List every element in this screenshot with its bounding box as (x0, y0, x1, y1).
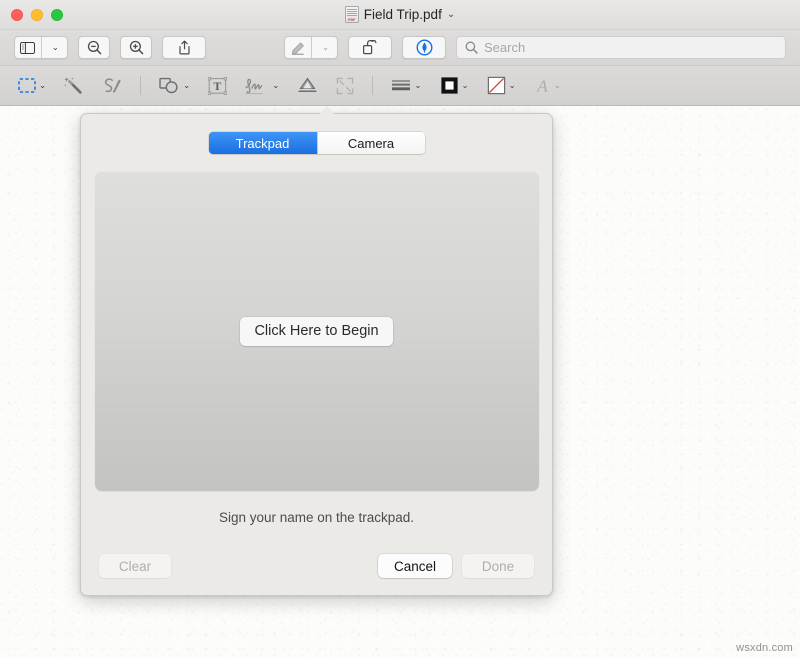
text-box-icon: T (208, 77, 227, 95)
selection-chevron-down-icon[interactable]: ⌄ (39, 81, 46, 90)
clear-button-label: Clear (119, 559, 151, 574)
markup-toolbar-icon (416, 39, 433, 56)
watermark: wsxdn.com (736, 642, 793, 654)
markup-item-text[interactable]: T (199, 75, 236, 97)
document-canvas[interactable]: Trackpad Camera Click Here to Begin Sign… (0, 106, 800, 658)
markup-item-border-color[interactable]: ⌄ (431, 74, 478, 97)
search-icon (465, 41, 478, 54)
click-here-to-begin-button[interactable]: Click Here to Begin (240, 317, 392, 346)
dashed-rectangle-icon (18, 78, 36, 93)
close-window-button[interactable] (11, 9, 23, 21)
svg-text:T: T (214, 79, 222, 93)
text-style-chevron-down-icon[interactable]: ⌄ (554, 81, 561, 90)
begin-button-label: Click Here to Begin (254, 323, 378, 339)
minimize-window-button[interactable] (31, 9, 43, 21)
pdf-document-icon (345, 6, 359, 23)
line-thickness-icon (391, 78, 411, 94)
shapes-chevron-down-icon[interactable]: ⌄ (183, 81, 190, 90)
cancel-button[interactable]: Cancel (378, 554, 452, 578)
traffic-light-group (11, 9, 63, 21)
svg-text:A: A (536, 77, 548, 95)
markup-toolbar: ⌄ (0, 66, 800, 106)
sketch-pen-icon (101, 77, 122, 95)
search-placeholder: Search (484, 40, 525, 55)
highlight-pen-icon[interactable] (285, 37, 312, 58)
done-button-label: Done (482, 559, 514, 574)
tab-camera-label: Camera (348, 136, 394, 151)
markup-item-instant-alpha[interactable] (55, 74, 92, 97)
signature-drawing-pad[interactable]: Click Here to Begin (95, 171, 539, 491)
markup-item-fill-color[interactable]: ⌄ (478, 74, 525, 97)
rotate-left-icon (362, 40, 378, 55)
shape-style-chevron-down-icon[interactable]: ⌄ (414, 81, 421, 90)
toolbar-divider-2 (372, 76, 373, 95)
markup-item-shapes[interactable]: ⌄ (150, 75, 199, 96)
share-icon (178, 40, 191, 55)
rotate-left-button[interactable] (348, 36, 392, 59)
tab-trackpad[interactable]: Trackpad (209, 132, 317, 154)
markup-toolbar-toggle-button[interactable] (402, 36, 446, 59)
markup-item-shape-style[interactable]: ⌄ (382, 76, 430, 96)
main-toolbar: ⌄ (0, 30, 800, 66)
done-button[interactable]: Done (462, 554, 534, 578)
fill-color-none-swatch-icon (487, 76, 506, 95)
shapes-icon (159, 77, 180, 94)
border-color-chevron-down-icon[interactable]: ⌄ (462, 81, 469, 90)
fill-color-chevron-down-icon[interactable]: ⌄ (509, 81, 516, 90)
sidebar-toggle-icon[interactable] (15, 37, 42, 58)
zoom-in-icon (129, 40, 144, 55)
search-input[interactable]: Search (456, 36, 786, 59)
zoom-out-button[interactable] (78, 36, 110, 59)
dialog-button-row: Clear Cancel Done (81, 554, 552, 578)
zoom-out-icon (87, 40, 102, 55)
markup-item-crop[interactable] (327, 75, 363, 97)
highlight-chevron-down-icon[interactable]: ⌄ (314, 37, 337, 58)
sidebar-chevron-down-icon[interactable]: ⌄ (44, 37, 68, 58)
markup-item-sign[interactable]: ⌄ (236, 75, 288, 97)
share-button[interactable] (162, 36, 206, 59)
markup-item-rectangular-selection[interactable]: ⌄ (14, 76, 55, 95)
markup-item-sketch[interactable] (92, 75, 131, 97)
preview-app-window: Field Trip.pdf ⌄ ⌄ (0, 0, 800, 658)
page-title: Field Trip.pdf (364, 7, 442, 22)
tab-trackpad-label: Trackpad (236, 136, 290, 151)
magic-wand-icon (64, 76, 83, 95)
signature-icon (245, 77, 269, 95)
window-title-group: Field Trip.pdf ⌄ (0, 0, 800, 29)
signature-hint-text: Sign your name on the trackpad. (219, 510, 414, 525)
markup-item-adjust-shape[interactable] (288, 75, 327, 96)
zoom-in-button[interactable] (120, 36, 152, 59)
toolbar-divider-1 (140, 76, 141, 95)
font-style-A-icon: A (534, 77, 551, 95)
maximize-window-button[interactable] (51, 9, 63, 21)
window-titlebar: Field Trip.pdf ⌄ (0, 0, 800, 30)
highlighter-shape-icon (297, 77, 318, 94)
signature-source-tabs: Trackpad Camera (209, 132, 425, 154)
title-chevron-down-icon[interactable]: ⌄ (447, 9, 455, 20)
markup-item-text-style[interactable]: A ⌄ (525, 75, 570, 97)
sign-chevron-down-icon[interactable]: ⌄ (272, 81, 279, 90)
signature-capture-dialog: Trackpad Camera Click Here to Begin Sign… (80, 113, 553, 596)
sidebar-toggle-button[interactable]: ⌄ (14, 36, 68, 59)
border-color-swatch-icon (440, 76, 459, 95)
crop-icon (336, 77, 354, 95)
clear-button[interactable]: Clear (99, 554, 171, 578)
highlight-button[interactable]: ⌄ (284, 36, 338, 59)
cancel-button-label: Cancel (394, 559, 436, 574)
tab-camera[interactable]: Camera (317, 132, 425, 154)
